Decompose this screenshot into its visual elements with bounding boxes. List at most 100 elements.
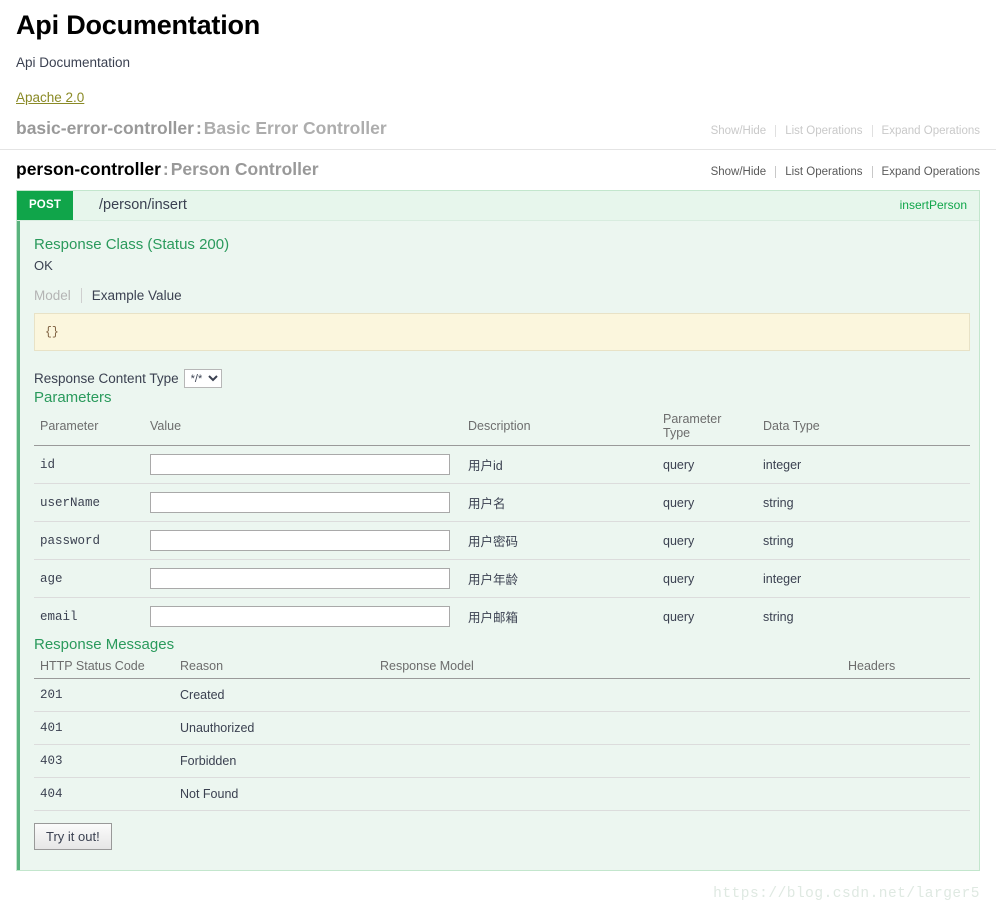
param-data-type: string <box>757 484 970 522</box>
response-messages-body: 201 Created 401 Unauthorized 403 Forbidd… <box>34 679 970 811</box>
api-description: Api Documentation <box>16 54 980 72</box>
header-description: Description <box>462 410 657 446</box>
expand-operations-link[interactable]: Expand Operations <box>873 125 980 137</box>
param-name: userName <box>34 484 144 522</box>
status-headers <box>842 745 970 778</box>
param-description: 用户名 <box>462 484 657 522</box>
param-name: age <box>34 560 144 598</box>
param-type: query <box>657 522 757 560</box>
param-value-cell <box>144 522 462 560</box>
table-row: age 用户年龄 query integer <box>34 560 970 598</box>
api-info-block: Api Documentation Api Documentation Apac… <box>0 0 996 105</box>
table-row: 401 Unauthorized <box>34 712 970 745</box>
example-value-box: {} <box>34 313 970 351</box>
status-code: 401 <box>34 712 174 745</box>
operation-body: Response Class (Status 200) OK Model Exa… <box>17 221 979 870</box>
example-value-code: {} <box>45 326 59 339</box>
license-link[interactable]: Apache 2.0 <box>16 90 84 105</box>
expand-operations-link[interactable]: Expand Operations <box>873 166 980 178</box>
resource-colon: : <box>161 159 171 179</box>
tab-model[interactable]: Model <box>34 288 81 303</box>
operation-heading[interactable]: POST /person/insert insertPerson <box>17 191 979 221</box>
resource-person-controller: person-controller:Person Controller Show… <box>0 158 996 190</box>
param-description: 用户年龄 <box>462 560 657 598</box>
param-name: id <box>34 446 144 484</box>
try-it-out-button[interactable]: Try it out! <box>34 823 112 850</box>
status-headers <box>842 712 970 745</box>
param-value-cell <box>144 484 462 522</box>
header-http-status-code: HTTP Status Code <box>34 657 174 679</box>
param-input-password[interactable] <box>150 530 450 551</box>
show-hide-link[interactable]: Show/Hide <box>702 125 776 137</box>
status-response-model <box>374 679 842 712</box>
header-parameter: Parameter <box>34 410 144 446</box>
resource-description: Basic Error Controller <box>204 118 387 138</box>
param-type: query <box>657 560 757 598</box>
status-reason: Unauthorized <box>174 712 374 745</box>
parameters-table: Parameter Value Description Parameter Ty… <box>34 410 970 635</box>
table-row: password 用户密码 query string <box>34 522 970 560</box>
response-content-type-row: Response Content Type */* <box>34 369 965 388</box>
resource-description: Person Controller <box>171 159 319 179</box>
table-row: id 用户id query integer <box>34 446 970 484</box>
resource-basic-error-controller: basic-error-controller:Basic Error Contr… <box>0 117 996 150</box>
operation-path[interactable]: /person/insert <box>73 191 900 220</box>
param-data-type: string <box>757 522 970 560</box>
resource-options-person-controller: Show/Hide List Operations Expand Operati… <box>702 166 980 178</box>
param-value-cell <box>144 560 462 598</box>
table-row: email 用户邮箱 query string <box>34 598 970 636</box>
param-input-username[interactable] <box>150 492 450 513</box>
table-row: 403 Forbidden <box>34 745 970 778</box>
response-messages-header-row: HTTP Status Code Reason Response Model H… <box>34 657 970 679</box>
http-method-badge: POST <box>17 191 73 220</box>
operation-insert-person: POST /person/insert insertPerson Respons… <box>16 190 980 871</box>
resource-name: person-controller <box>16 159 161 179</box>
operation-nickname: insertPerson <box>900 191 979 220</box>
param-name: email <box>34 598 144 636</box>
tab-example-value[interactable]: Example Value <box>82 288 182 303</box>
response-messages-title: Response Messages <box>34 635 965 655</box>
list-operations-link[interactable]: List Operations <box>776 125 871 137</box>
parameters-title: Parameters <box>34 388 965 408</box>
response-content-type-select[interactable]: */* <box>184 369 222 388</box>
param-data-type: string <box>757 598 970 636</box>
param-input-id[interactable] <box>150 454 450 475</box>
param-value-cell <box>144 446 462 484</box>
param-name: password <box>34 522 144 560</box>
param-type: query <box>657 446 757 484</box>
header-value: Value <box>144 410 462 446</box>
page-title: Api Documentation <box>16 8 980 42</box>
status-code: 201 <box>34 679 174 712</box>
list-operations-link[interactable]: List Operations <box>776 166 871 178</box>
param-value-cell <box>144 598 462 636</box>
header-response-model: Response Model <box>374 657 842 679</box>
api-license: Apache 2.0 <box>16 90 980 105</box>
param-description: 用户密码 <box>462 522 657 560</box>
param-input-email[interactable] <box>150 606 450 627</box>
param-type: query <box>657 598 757 636</box>
table-row: 404 Not Found <box>34 778 970 811</box>
status-response-model <box>374 712 842 745</box>
resource-options-basic-error-controller: Show/Hide List Operations Expand Operati… <box>702 125 980 137</box>
show-hide-link[interactable]: Show/Hide <box>702 166 776 178</box>
status-reason: Not Found <box>174 778 374 811</box>
response-class-title: Response Class (Status 200) <box>34 235 965 255</box>
header-data-type: Data Type <box>757 410 970 446</box>
param-description: 用户邮箱 <box>462 598 657 636</box>
resource-heading[interactable]: person-controller:Person Controller <box>16 158 319 180</box>
param-type: query <box>657 484 757 522</box>
status-code: 403 <box>34 745 174 778</box>
swagger-ui-page: Api Documentation Api Documentation Apac… <box>0 0 996 914</box>
response-content-type-label: Response Content Type <box>34 371 179 386</box>
status-reason: Created <box>174 679 374 712</box>
response-class-status: OK <box>34 257 965 274</box>
watermark-text: https://blog.csdn.net/larger5 <box>713 886 980 902</box>
response-messages-table: HTTP Status Code Reason Response Model H… <box>34 657 970 811</box>
param-input-age[interactable] <box>150 568 450 589</box>
resource-heading[interactable]: basic-error-controller:Basic Error Contr… <box>16 117 387 139</box>
status-headers <box>842 778 970 811</box>
table-row: userName 用户名 query string <box>34 484 970 522</box>
status-reason: Forbidden <box>174 745 374 778</box>
status-code: 404 <box>34 778 174 811</box>
status-headers <box>842 679 970 712</box>
